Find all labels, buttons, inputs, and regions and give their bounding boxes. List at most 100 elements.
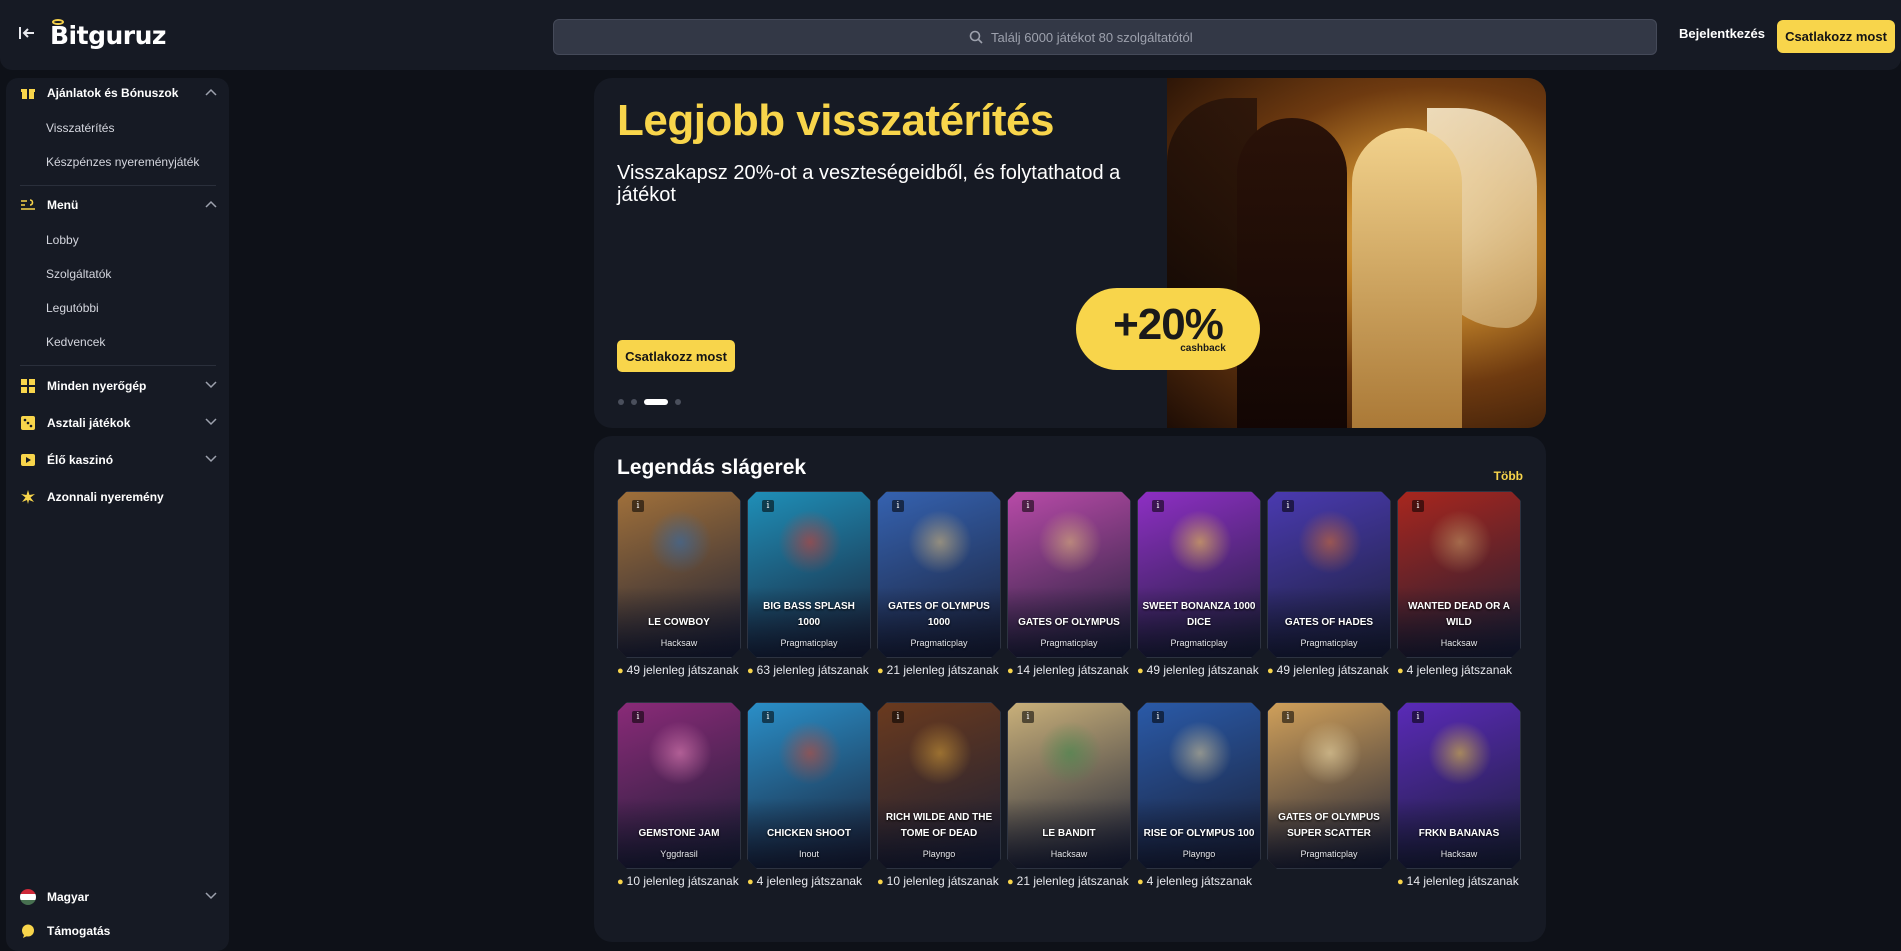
- players-count: ● 14 jelenleg játszanak: [1007, 662, 1147, 679]
- sidebar-item-all-slots[interactable]: Minden nyerőgép: [6, 371, 229, 401]
- game-provider: Playngo: [1182, 849, 1216, 859]
- info-icon[interactable]: i: [762, 500, 774, 512]
- sidebar-section-offers[interactable]: Ajánlatok és Bónuszok: [6, 78, 229, 108]
- join-button[interactable]: Csatlakozz most: [1777, 20, 1895, 53]
- language-selector[interactable]: Magyar: [6, 882, 229, 912]
- info-icon[interactable]: i: [1152, 711, 1164, 723]
- game-art: [778, 721, 842, 785]
- game-title: GATES OF OLYMPUS SUPER SCATTER: [1278, 812, 1380, 839]
- info-icon[interactable]: i: [632, 711, 644, 723]
- game-thumbnail[interactable]: i GATES OF OLYMPUS Pragmaticplay: [1007, 491, 1131, 658]
- game-thumbnail[interactable]: i LE COWBOY Hacksaw: [617, 491, 741, 658]
- info-icon[interactable]: i: [1022, 500, 1034, 512]
- chevron-down-icon[interactable]: [205, 417, 217, 427]
- carousel-dot[interactable]: [631, 399, 637, 405]
- games-section: Legendás slágerek Több i LE COWBOY Hacksaw…: [594, 436, 1546, 942]
- game-provider: Yggdrasil: [660, 849, 698, 859]
- promo-banner[interactable]: Legjobb visszatérítés Visszakapsz 20%-ot…: [594, 78, 1546, 428]
- support-link[interactable]: Támogatás: [6, 916, 229, 946]
- sidebar-section-menu[interactable]: Menü: [6, 190, 229, 220]
- info-icon[interactable]: i: [632, 500, 644, 512]
- collapse-sidebar-icon[interactable]: [18, 24, 38, 44]
- sidebar-item-cash-raffle[interactable]: Készpénzes nyereményjáték: [6, 147, 229, 177]
- chevron-up-icon[interactable]: [205, 199, 217, 209]
- sidebar-item-table-games[interactable]: Asztali játékok: [6, 408, 229, 438]
- game-title: GEMSTONE JAM: [638, 828, 720, 839]
- info-icon[interactable]: i: [1412, 500, 1424, 512]
- angel-figure: [1352, 128, 1462, 428]
- game-title: GATES OF OLYMPUS 1000: [888, 601, 990, 628]
- players-text: 10 jelenleg játszanak: [886, 874, 999, 888]
- sidebar-item-favorites[interactable]: Kedvencek: [6, 327, 229, 357]
- users-icon: ●: [877, 876, 884, 888]
- promo-join-button[interactable]: Csatlakozz most: [617, 340, 735, 372]
- players-text: 14 jelenleg játszanak: [1406, 874, 1519, 888]
- sidebar-item-providers[interactable]: Szolgáltatók: [6, 259, 229, 289]
- search-input[interactable]: [991, 29, 1241, 45]
- info-icon[interactable]: i: [892, 500, 904, 512]
- search-icon: [969, 30, 983, 44]
- game-title: FRKN BANANAS: [1418, 828, 1500, 839]
- chevron-down-icon[interactable]: [205, 891, 217, 901]
- game-thumbnail[interactable]: i CHICKEN SHOOT Inout: [747, 702, 871, 869]
- players-text: 4 jelenleg játszanak: [756, 874, 863, 888]
- game-thumbnail[interactable]: i RISE OF OLYMPUS 100 Playngo: [1137, 702, 1261, 869]
- game-thumbnail[interactable]: i RICH WILDE AND THE TOME OF DEAD Playngo: [877, 702, 1001, 869]
- game-thumbnail[interactable]: i WANTED DEAD OR A WILD Hacksaw: [1397, 491, 1521, 658]
- carousel-dot[interactable]: [618, 399, 624, 405]
- info-icon[interactable]: i: [1412, 711, 1424, 723]
- game-art: [1038, 510, 1102, 574]
- search-bar[interactable]: [553, 19, 1657, 55]
- info-icon[interactable]: i: [1022, 711, 1034, 723]
- game-art: [908, 721, 972, 785]
- carousel-dot-active[interactable]: [644, 399, 668, 405]
- game-thumbnail[interactable]: i GATES OF OLYMPUS 1000 Pragmaticplay: [877, 491, 1001, 658]
- game-thumbnail[interactable]: i LE BANDIT Hacksaw: [1007, 702, 1131, 869]
- game-title: WANTED DEAD OR A WILD: [1408, 601, 1510, 628]
- game-thumbnail[interactable]: i GEMSTONE JAM Yggdrasil: [617, 702, 741, 869]
- game-title: CHICKEN SHOOT: [767, 828, 851, 839]
- players-text: 4 jelenleg játszanak: [1146, 874, 1253, 888]
- sidebar-item-lobby[interactable]: Lobby: [6, 225, 229, 255]
- players-count: ● 4 jelenleg játszanak: [1397, 662, 1537, 679]
- chevron-down-icon[interactable]: [205, 454, 217, 464]
- chevron-down-icon[interactable]: [205, 380, 217, 390]
- logo[interactable]: Bitguruz: [50, 18, 166, 52]
- players-count: ● 49 jelenleg játszanak: [1267, 662, 1407, 679]
- chevron-up-icon[interactable]: [205, 87, 217, 97]
- game-thumbnail[interactable]: i FRKN BANANAS Hacksaw: [1397, 702, 1521, 869]
- info-icon[interactable]: i: [892, 711, 904, 723]
- info-icon[interactable]: i: [1152, 500, 1164, 512]
- game-art: [1038, 721, 1102, 785]
- users-icon: ●: [1007, 876, 1014, 888]
- sidebar-item-instant-win[interactable]: Azonnali nyeremény: [6, 482, 229, 512]
- game-thumbnail[interactable]: i BIG BASS SPLASH 1000 Pragmaticplay: [747, 491, 871, 658]
- game-title: BIG BASS SPLASH 1000: [763, 601, 855, 628]
- sidebar-item-cashback[interactable]: Visszatérítés: [6, 113, 229, 143]
- game-art: [1428, 510, 1492, 574]
- login-link[interactable]: Bejelentkezés: [1679, 26, 1765, 41]
- game-provider: Pragmaticplay: [1040, 638, 1098, 648]
- info-icon[interactable]: i: [1282, 500, 1294, 512]
- divider: [20, 365, 216, 366]
- game-thumbnail[interactable]: i GATES OF OLYMPUS SUPER SCATTER Pragmatic…: [1267, 702, 1391, 869]
- players-text: 63 jelenleg játszanak: [756, 663, 869, 677]
- game-thumbnail[interactable]: i SWEET BONANZA 1000 DICE Pragmaticplay: [1137, 491, 1261, 658]
- sidebar-item-label: Élő kaszinó: [47, 453, 114, 467]
- more-link[interactable]: Több: [1494, 469, 1523, 483]
- play-icon: [20, 452, 36, 468]
- players-count: ● 63 jelenleg játszanak: [747, 662, 887, 679]
- sidebar-item-label: Kedvencek: [46, 335, 106, 349]
- carousel-dots: [618, 399, 681, 405]
- info-icon[interactable]: i: [762, 711, 774, 723]
- sidebar-item-live-casino[interactable]: Élő kaszinó: [6, 445, 229, 475]
- users-icon: ●: [1007, 665, 1014, 677]
- players-count: ● 4 jelenleg játszanak: [1137, 873, 1277, 890]
- sidebar-item-recent[interactable]: Legutóbbi: [6, 293, 229, 323]
- game-thumbnail[interactable]: i GATES OF HADES Pragmaticplay: [1267, 491, 1391, 658]
- gift-icon: [20, 85, 36, 101]
- promo-subtitle: Visszakapsz 20%-ot a veszteségeidből, és…: [617, 162, 1121, 206]
- game-art: [908, 510, 972, 574]
- info-icon[interactable]: i: [1282, 711, 1294, 723]
- carousel-dot[interactable]: [675, 399, 681, 405]
